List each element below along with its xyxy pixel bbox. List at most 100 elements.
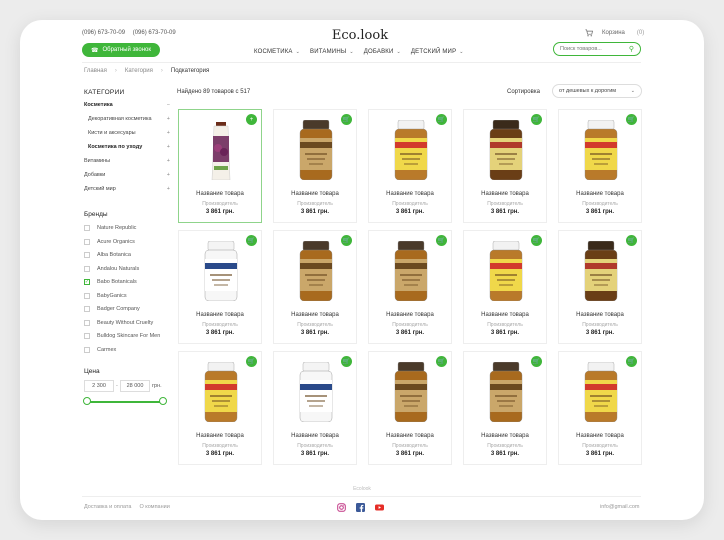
- price-min-input[interactable]: 2 300: [84, 380, 114, 392]
- facebook-icon[interactable]: [356, 503, 365, 512]
- cart-icon[interactable]: 🛒: [436, 235, 447, 246]
- brand-filter-item[interactable]: Acure Organics: [84, 238, 135, 245]
- checkbox[interactable]: [84, 225, 90, 231]
- nav-item-cosmetics[interactable]: КОСМЕТИКА ⌄: [254, 49, 300, 55]
- expand-icon[interactable]: +: [167, 144, 170, 150]
- product-image[interactable]: [486, 116, 526, 180]
- product-card[interactable]: + Название товара Производитель 3 861 грн.: [178, 109, 262, 223]
- checkbox[interactable]: [84, 346, 90, 353]
- product-card[interactable]: 🛒 Название товара Производитель 3 861 грн.: [368, 109, 452, 223]
- cart-icon[interactable]: 🛒: [531, 356, 542, 367]
- category-supplements[interactable]: Добавки +: [84, 172, 170, 178]
- product-name[interactable]: Название товара: [464, 312, 546, 318]
- product-card[interactable]: 🛒 Название товара Производитель 3 861 грн.: [273, 230, 357, 344]
- expand-icon[interactable]: +: [167, 172, 170, 178]
- product-name[interactable]: Название товара: [274, 191, 356, 197]
- product-image[interactable]: [581, 237, 621, 301]
- plus-icon[interactable]: +: [246, 114, 257, 125]
- product-name[interactable]: Название товара: [559, 191, 641, 197]
- brand-filter-item[interactable]: Badger Company: [84, 306, 140, 312]
- cart-icon[interactable]: 🛒: [436, 356, 447, 367]
- cart-icon[interactable]: 🛒: [246, 235, 257, 246]
- product-name[interactable]: Название товара: [464, 433, 546, 439]
- cart-icon[interactable]: 🛒: [626, 235, 637, 246]
- checkbox[interactable]: [84, 292, 90, 299]
- product-image[interactable]: [391, 237, 431, 301]
- price-slider-min-handle[interactable]: [83, 397, 91, 405]
- product-name[interactable]: Название товара: [274, 433, 356, 439]
- breadcrumb-home[interactable]: Главная: [84, 68, 107, 74]
- product-name[interactable]: Название товара: [369, 191, 451, 197]
- cart-link[interactable]: Корзина (0): [585, 29, 644, 37]
- youtube-icon[interactable]: [375, 503, 384, 512]
- product-name[interactable]: Название товара: [274, 312, 356, 318]
- footer-link-about[interactable]: О компании: [139, 504, 169, 510]
- cart-icon[interactable]: 🛒: [626, 114, 637, 125]
- brand-filter-item[interactable]: Beauty Without Cruelty: [84, 319, 153, 326]
- brand-filter-item[interactable]: Carmex: [84, 346, 116, 353]
- phone-number[interactable]: (096) 673-70-09: [133, 30, 176, 36]
- product-name[interactable]: Название товара: [179, 191, 261, 197]
- product-name[interactable]: Название товара: [559, 433, 641, 439]
- category-brushes[interactable]: Кисти и аксесуары +: [88, 130, 170, 136]
- product-name[interactable]: Название товара: [369, 433, 451, 439]
- sort-select[interactable]: от дешевых к дорогим ⌄: [552, 84, 642, 98]
- nav-item-kids[interactable]: ДЕТСКИЙ МИР ⌄: [411, 49, 464, 55]
- checkbox[interactable]: [84, 319, 90, 326]
- category-kids[interactable]: Детский мир +: [84, 186, 170, 192]
- product-image[interactable]: [581, 358, 621, 422]
- cart-icon[interactable]: 🛒: [531, 114, 542, 125]
- category-care[interactable]: Косметика по уходу +: [88, 144, 170, 150]
- category-decorative[interactable]: Декоративная косметика +: [88, 116, 170, 122]
- product-name[interactable]: Название товара: [559, 312, 641, 318]
- cart-icon[interactable]: 🛒: [341, 356, 352, 367]
- brand-filter-item[interactable]: Nature Republic: [84, 225, 136, 231]
- product-card[interactable]: 🛒 Название товара Производитель 3 861 грн.: [273, 109, 357, 223]
- search-input[interactable]: [560, 46, 626, 52]
- brand-filter-item[interactable]: ✓ Babo Botanicals: [84, 279, 137, 285]
- price-max-input[interactable]: 28 000: [120, 380, 150, 392]
- product-card[interactable]: 🛒 Название товара Производитель 3 861 грн.: [368, 351, 452, 465]
- checkbox[interactable]: [84, 333, 90, 339]
- product-name[interactable]: Название товара: [464, 191, 546, 197]
- product-card[interactable]: 🛒 Название товара Производитель 3 861 грн.: [463, 230, 547, 344]
- brand-filter-item[interactable]: Bulldog Skincare For Men: [84, 333, 160, 339]
- product-card[interactable]: 🛒 Название товара Производитель 3 861 грн.: [178, 351, 262, 465]
- product-card[interactable]: 🛒 Название товара Производитель 3 861 грн.: [558, 351, 642, 465]
- product-image[interactable]: [201, 116, 241, 180]
- cart-icon[interactable]: 🛒: [531, 235, 542, 246]
- cart-icon[interactable]: 🛒: [341, 235, 352, 246]
- footer-link-delivery[interactable]: Доставка и оплата: [84, 504, 131, 510]
- checkbox[interactable]: [84, 265, 90, 272]
- product-image[interactable]: [296, 358, 336, 422]
- search-icon[interactable]: ⚲: [629, 45, 634, 53]
- nav-item-vitamins[interactable]: ВИТАМИНЫ ⌄: [310, 49, 354, 55]
- product-image[interactable]: [201, 237, 241, 301]
- collapse-icon[interactable]: −: [167, 102, 170, 108]
- product-name[interactable]: Название товара: [179, 433, 261, 439]
- checkbox-checked-icon[interactable]: ✓: [84, 279, 90, 285]
- footer-email[interactable]: info@gmail.com: [600, 504, 640, 510]
- product-card[interactable]: 🛒 Название товара Производитель 3 861 грн.: [558, 109, 642, 223]
- expand-icon[interactable]: +: [167, 116, 170, 122]
- product-card[interactable]: 🛒 Название товара Производитель 3 861 грн.: [558, 230, 642, 344]
- brand-filter-item[interactable]: Alba Botanica: [84, 252, 131, 258]
- checkbox[interactable]: [84, 238, 90, 245]
- product-image[interactable]: [296, 237, 336, 301]
- product-card[interactable]: 🛒 Название товара Производитель 3 861 грн.: [178, 230, 262, 344]
- expand-icon[interactable]: +: [167, 186, 170, 192]
- product-image[interactable]: [391, 116, 431, 180]
- product-card[interactable]: 🛒 Название товара Производитель 3 861 грн.: [273, 351, 357, 465]
- expand-icon[interactable]: +: [167, 130, 170, 136]
- product-image[interactable]: [486, 237, 526, 301]
- category-cosmetics[interactable]: Косметика −: [84, 102, 170, 108]
- price-slider-track[interactable]: [87, 401, 163, 403]
- instagram-icon[interactable]: [337, 503, 346, 512]
- product-image[interactable]: [581, 116, 621, 180]
- product-name[interactable]: Название товара: [369, 312, 451, 318]
- product-image[interactable]: [391, 358, 431, 422]
- product-card[interactable]: 🛒 Название товара Производитель 3 861 грн.: [463, 109, 547, 223]
- cart-icon[interactable]: 🛒: [436, 114, 447, 125]
- product-card[interactable]: 🛒 Название товара Производитель 3 861 грн.: [463, 351, 547, 465]
- product-image[interactable]: [486, 358, 526, 422]
